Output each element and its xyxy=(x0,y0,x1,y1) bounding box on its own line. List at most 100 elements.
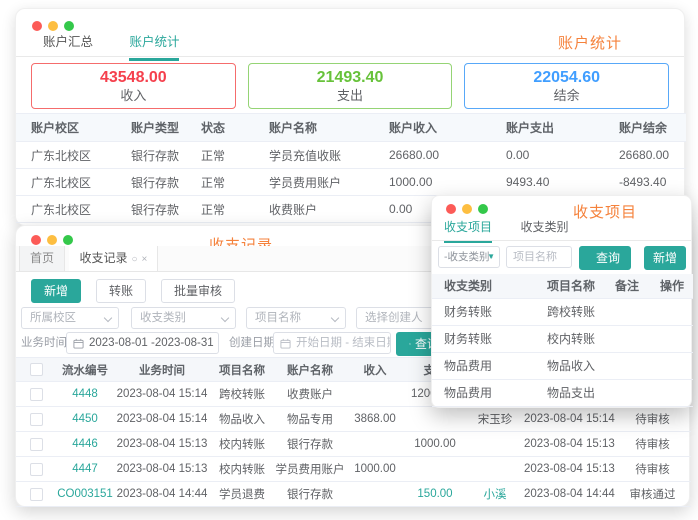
close-window-icon[interactable] xyxy=(32,21,42,31)
chevron-down-icon xyxy=(220,313,230,323)
category-select[interactable]: 收支类别 xyxy=(131,307,236,329)
status-badge: 审核通过 xyxy=(614,481,691,507)
stat-card-balance: 22054.60 结余 xyxy=(464,63,670,109)
minimize-window-icon[interactable] xyxy=(462,204,472,214)
zoom-window-icon[interactable] xyxy=(63,235,73,245)
chevron-down-icon xyxy=(103,313,113,323)
refresh-tab-icon[interactable]: ○ xyxy=(131,254,137,265)
create-date-label: 创建日期 xyxy=(229,337,275,349)
col-account-name: 账户名称 xyxy=(269,113,389,142)
col-record-id: 流水编号 xyxy=(56,357,114,382)
status-badge: 待审核 xyxy=(614,406,691,432)
close-window-icon[interactable] xyxy=(446,204,456,214)
item-name-input[interactable] xyxy=(506,246,572,268)
tab-items[interactable]: 收支项目 xyxy=(444,218,493,243)
tab-records[interactable]: 收支记录 ○ × xyxy=(69,246,159,271)
items-filter-row: -收支类别- ▼ 查询 新增 xyxy=(432,246,691,270)
table-row: CO003151 2023-08-04 14:44 学员退费 银行存款 150.… xyxy=(16,481,691,507)
income-total: 43548.00 xyxy=(99,68,167,86)
col-account-campus: 账户校区 xyxy=(16,113,131,142)
record-id-link[interactable]: 4450 xyxy=(56,406,114,432)
row-checkbox[interactable] xyxy=(29,412,43,426)
items-search-button[interactable]: 查询 xyxy=(579,246,631,270)
stat-card-expense: 21493.40 支出 xyxy=(247,63,453,109)
batch-audit-button[interactable]: 批量审核 xyxy=(161,279,236,303)
items-table: 收支类别 项目名称 备注 操作 财务转账 跨校转账 财务转账 校内转账 物品费用… xyxy=(432,274,693,407)
add-record-button[interactable]: 新增 xyxy=(31,279,82,303)
col-account-status: 状态 xyxy=(201,113,269,142)
items-window: 收支项目 收支项目 收支类别 -收支类别- ▼ 查询 新增 收支类别 项目名称 … xyxy=(431,195,693,408)
account-stats-window: 账户统计 账户汇总 账户统计 43548.00 收入 21493.40 支出 2… xyxy=(15,8,686,226)
calendar-icon xyxy=(280,338,291,349)
row-checkbox[interactable] xyxy=(29,487,43,501)
status-badge: 待审核 xyxy=(614,431,691,457)
table-row: 4450 2023-08-04 15:14 物品收入 物品专用 3868.00 … xyxy=(16,406,691,432)
row-checkbox[interactable] xyxy=(29,462,43,476)
select-all-checkbox[interactable] xyxy=(29,363,43,376)
close-window-icon[interactable] xyxy=(31,235,41,245)
business-time-label: 业务时间 xyxy=(21,337,67,349)
col-item-category: 收支类别 xyxy=(432,274,535,299)
window-controls xyxy=(446,204,488,214)
balance-label: 结余 xyxy=(553,87,580,103)
table-row: 广东北校区 银行存款 正常 学员费用账户 1000.00 9493.40 -84… xyxy=(16,168,686,196)
table-row: 4446 2023-08-04 15:13 校内转账 银行存款 1000.00 … xyxy=(16,431,691,457)
col-item-remark: 备注 xyxy=(603,274,648,299)
col-item-name: 项目名称 xyxy=(535,274,603,299)
stat-cards: 43548.00 收入 21493.40 支出 22054.60 结余 xyxy=(31,63,670,109)
record-id-link[interactable]: 4446 xyxy=(56,431,114,457)
tab-home[interactable]: 首页 xyxy=(19,246,66,271)
col-income: 收入 xyxy=(346,357,404,382)
table-row: 物品费用 物品收入 xyxy=(432,352,693,380)
window-controls xyxy=(32,21,74,31)
items-add-button[interactable]: 新增 xyxy=(644,246,686,270)
zoom-window-icon[interactable] xyxy=(64,21,74,31)
records-toolbar: 新增 转账 批量审核 xyxy=(31,279,236,303)
business-time-range-input[interactable]: 2023-08-01 -2023-08-31 xyxy=(66,332,219,354)
col-account-name: 账户名称 xyxy=(274,357,346,382)
record-id-link[interactable]: CO003151 xyxy=(56,481,114,507)
col-account-income: 账户收入 xyxy=(389,113,506,142)
items-table-header: 收支类别 项目名称 备注 操作 xyxy=(432,274,693,299)
search-icon xyxy=(409,343,411,345)
col-account-balance: 账户结余 xyxy=(619,113,686,142)
tab-categories[interactable]: 收支类别 xyxy=(520,218,568,241)
expense-total: 21493.40 xyxy=(316,68,384,86)
col-item-actions: 操作 xyxy=(648,274,693,299)
record-id-link[interactable]: 4447 xyxy=(56,456,114,482)
col-item-name: 项目名称 xyxy=(210,357,274,382)
select-caret-icon: ▼ xyxy=(487,252,495,261)
create-date-range-input[interactable]: 开始日期 - 结束日期 xyxy=(273,332,391,354)
row-checkbox[interactable] xyxy=(29,437,43,451)
row-checkbox[interactable] xyxy=(29,387,43,401)
campus-select[interactable]: 所属校区 xyxy=(21,307,119,329)
table-row: 广东北校区 银行存款 正常 学员充值收账 26680.00 0.00 26680… xyxy=(16,141,686,169)
items-category-select[interactable]: -收支类别- ▼ xyxy=(438,246,500,268)
minimize-window-icon[interactable] xyxy=(48,21,58,31)
item-name-select[interactable]: 项目名称 xyxy=(246,307,346,329)
zoom-window-icon[interactable] xyxy=(478,204,488,214)
table-row: 财务转账 跨校转账 xyxy=(432,298,693,326)
col-business-time: 业务时间 xyxy=(114,357,210,382)
record-id-link[interactable]: 4448 xyxy=(56,381,114,407)
transfer-button[interactable]: 转账 xyxy=(96,279,147,303)
accounts-table-header: 账户校区 账户类型 状态 账户名称 账户收入 账户支出 账户结余 xyxy=(16,113,686,142)
income-label: 收入 xyxy=(120,87,147,103)
table-row: 4447 2023-08-04 15:13 校内转账 学员费用账户 1000.0… xyxy=(16,456,691,482)
table-row: 物品费用 物品支出 xyxy=(432,379,693,407)
minimize-window-icon[interactable] xyxy=(47,235,57,245)
screenshot-stage: 账户统计 账户汇总 账户统计 43548.00 收入 21493.40 支出 2… xyxy=(0,0,698,520)
expense-label: 支出 xyxy=(337,87,364,103)
items-tabs: 收支项目 收支类别 xyxy=(432,218,691,243)
window-controls xyxy=(31,235,73,245)
balance-total: 22054.60 xyxy=(533,68,601,86)
tab-account-stats[interactable]: 账户统计 xyxy=(129,31,180,61)
table-row: 财务转账 校内转账 xyxy=(432,325,693,353)
account-tabs: 账户汇总 账户统计 xyxy=(16,31,684,61)
col-account-expense: 账户支出 xyxy=(506,113,619,142)
tab-account-summary[interactable]: 账户汇总 xyxy=(43,31,93,58)
status-badge: 待审核 xyxy=(614,456,691,482)
calendar-icon xyxy=(73,338,84,349)
close-tab-icon[interactable]: × xyxy=(142,254,148,265)
chevron-down-icon xyxy=(330,313,340,323)
